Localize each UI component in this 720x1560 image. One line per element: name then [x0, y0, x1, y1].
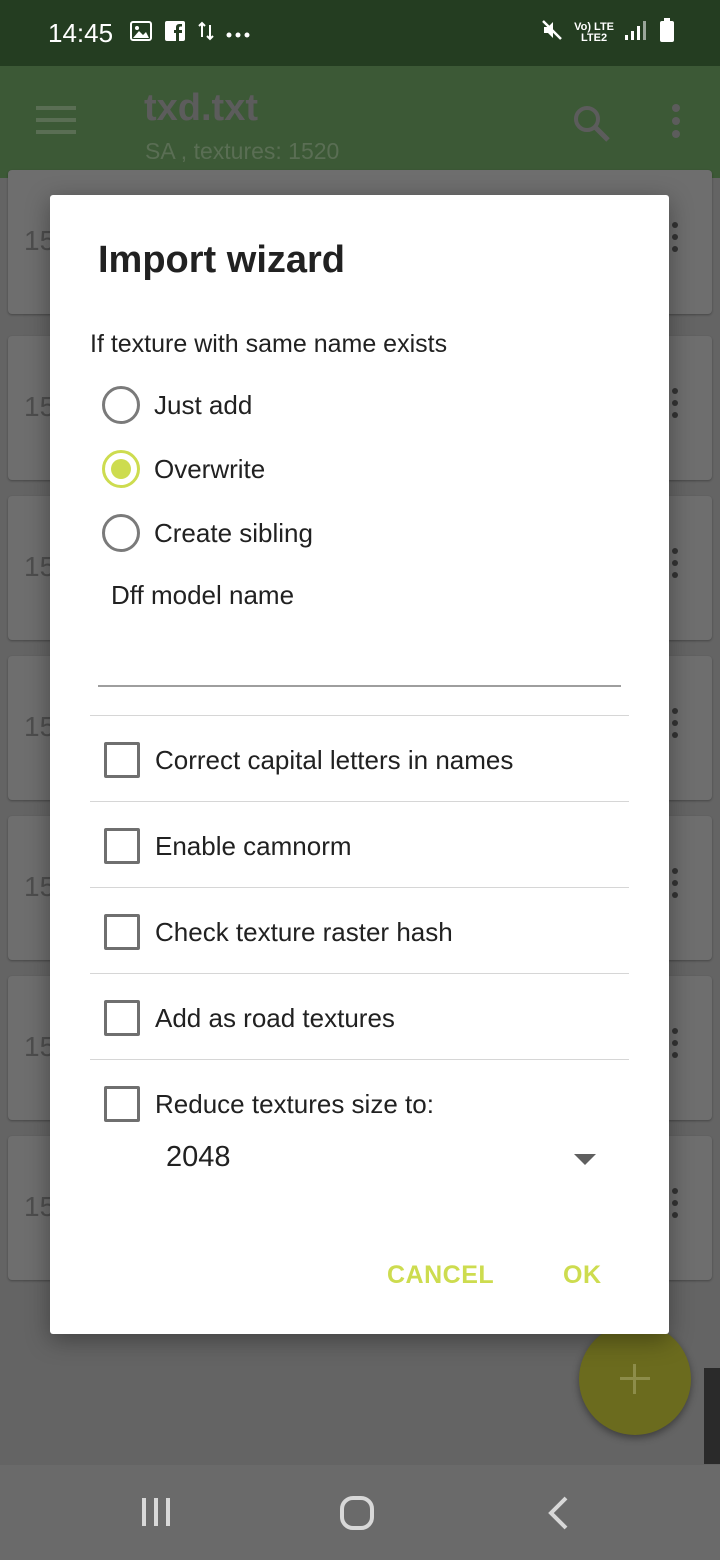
import-wizard-dialog: Import wizard If texture with same name … — [50, 195, 669, 1334]
item-more-icon[interactable] — [672, 388, 678, 424]
app-title: txd.txt — [144, 87, 258, 129]
item-more-icon[interactable] — [672, 868, 678, 904]
divider — [90, 1059, 629, 1060]
dff-model-name-label: Dff model name — [111, 580, 295, 610]
checkbox[interactable] — [104, 1086, 140, 1122]
signal-icon — [624, 19, 650, 46]
divider — [90, 973, 629, 974]
radio-button[interactable] — [102, 514, 140, 552]
radio-create-sibling[interactable]: Create sibling — [102, 513, 313, 553]
checkbox[interactable] — [104, 914, 140, 950]
mute-icon — [540, 18, 564, 47]
battery-icon — [660, 18, 674, 47]
volte-icon: Vo) LTE LTE2 — [574, 20, 614, 44]
data-transfer-icon — [198, 21, 214, 46]
divider — [90, 887, 629, 888]
checkbox-reduce-size[interactable]: Reduce textures size to: — [104, 1084, 434, 1124]
item-more-icon[interactable] — [672, 222, 678, 258]
status-time: 14:45 — [48, 18, 114, 48]
checkbox-correct-capitals[interactable]: Correct capital letters in names — [104, 740, 513, 780]
status-bar: 14:45 Vo) LTE LTE2 — [0, 0, 720, 66]
radio-button-selected[interactable] — [102, 450, 140, 488]
checkbox-label: Enable camnorm — [155, 830, 352, 861]
add-fab-button[interactable] — [579, 1323, 691, 1435]
checkbox[interactable] — [104, 742, 140, 778]
checkbox[interactable] — [104, 1000, 140, 1036]
menu-icon[interactable] — [36, 105, 76, 140]
dff-model-name-input[interactable] — [98, 635, 621, 687]
back-icon[interactable] — [546, 1496, 570, 1535]
app-subtitle: SA , textures: 1520 — [145, 138, 340, 164]
search-icon[interactable] — [572, 104, 612, 149]
texture-size-value: 2048 — [166, 1141, 231, 1173]
texture-size-select[interactable]: 2048 — [166, 1135, 596, 1183]
item-more-icon[interactable] — [672, 708, 678, 744]
radio-just-add[interactable]: Just add — [102, 385, 252, 425]
radio-button[interactable] — [102, 386, 140, 424]
checkbox-label: Correct capital letters in names — [155, 744, 514, 775]
checkbox-label: Check texture raster hash — [155, 916, 453, 947]
radio-overwrite[interactable]: Overwrite — [102, 449, 265, 489]
checkbox-label: Reduce textures size to: — [155, 1088, 434, 1119]
item-more-icon[interactable] — [672, 1028, 678, 1064]
radio-label: Create sibling — [154, 517, 313, 548]
app-bar — [0, 66, 720, 178]
image-icon — [130, 21, 152, 46]
divider — [90, 715, 629, 716]
facebook-icon — [164, 20, 186, 47]
dialog-title: Import wizard — [98, 239, 346, 281]
checkbox-road-textures[interactable]: Add as road textures — [104, 998, 395, 1038]
dropdown-arrow-icon — [574, 1154, 596, 1165]
home-icon[interactable] — [340, 1496, 374, 1535]
radio-label: Overwrite — [154, 453, 266, 484]
duplicate-policy-label: If texture with same name exists — [90, 330, 448, 358]
divider — [90, 801, 629, 802]
ok-button[interactable]: OK — [563, 1261, 602, 1290]
more-vert-icon[interactable] — [670, 103, 682, 144]
item-more-icon[interactable] — [672, 1188, 678, 1224]
lte-bottom-text: LTE2 — [581, 31, 608, 44]
cancel-button[interactable]: CANCEL — [387, 1261, 494, 1290]
lte-top-text: Vo) LTE — [574, 20, 614, 33]
checkbox-check-raster-hash[interactable]: Check texture raster hash — [104, 912, 453, 952]
more-dots-icon — [226, 25, 250, 43]
radio-label: Just add — [154, 389, 253, 420]
item-more-icon[interactable] — [672, 548, 678, 584]
checkbox-enable-camnorm[interactable]: Enable camnorm — [104, 826, 352, 866]
edge-panel-handle[interactable] — [704, 1368, 720, 1464]
checkbox-label: Add as road textures — [155, 1002, 395, 1033]
recents-icon[interactable] — [140, 1496, 172, 1533]
checkbox[interactable] — [104, 828, 140, 864]
